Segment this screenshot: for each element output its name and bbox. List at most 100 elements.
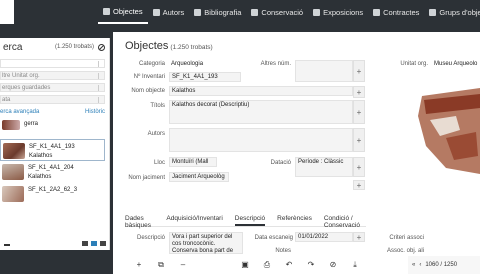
list-item[interactable]: gerra (0, 117, 109, 139)
result-count: (1.250 trobats) (54, 44, 94, 50)
grid-view-icon[interactable] (91, 240, 97, 246)
saved-searches-label: erques guardades (2, 84, 51, 91)
media-panel: Unitat org. Museu Arqueolo Criteri assoc… (366, 32, 480, 274)
nav-tab-contractes[interactable]: Contractes (368, 0, 424, 24)
clear-filter-icon[interactable] (98, 43, 105, 51)
app-logo (0, 0, 14, 24)
add-icon[interactable]: + (135, 261, 143, 269)
tab-descripcio[interactable]: Descripció (234, 213, 266, 226)
pager: « ‹ 1060 / 1250 (408, 256, 480, 274)
descripcio-value: Vora i part superior del cos troncocònic… (172, 234, 233, 247)
add-button[interactable]: + (353, 60, 365, 82)
add-button[interactable]: + (353, 232, 365, 242)
sort-select[interactable]: ata (0, 95, 105, 104)
categoria-label: Categoria (138, 61, 165, 67)
nav-tab-grups[interactable]: Grups d'objectes (424, 0, 480, 24)
save-icon[interactable]: ▣ (241, 261, 249, 269)
pager-text: 1060 / 1250 (425, 262, 458, 268)
criteri-label: Criteri associ (389, 235, 424, 241)
list-item[interactable]: SF_K1_4A1_204 Kalathos (0, 161, 109, 183)
add-button[interactable]: + (353, 128, 365, 152)
nav-label: Exposicions (323, 7, 364, 17)
datacio-field[interactable]: Període : Clàssic (295, 157, 353, 177)
nav-tab-conservacio[interactable]: Conservació (246, 0, 308, 24)
list-item[interactable]: SF_K1_2A2_62_3 (0, 183, 109, 205)
page-title-text: Objectes (125, 40, 169, 52)
descripcio-more: Conserva bona part de (172, 248, 234, 254)
refresh-icon[interactable]: ⊘ (329, 261, 337, 269)
nav-label: Autors (162, 7, 185, 17)
nav-tab-bibliografia[interactable]: Bibliografia (189, 0, 246, 24)
advanced-search-link[interactable]: erca avançada (0, 109, 39, 115)
search-input[interactable] (0, 59, 105, 68)
data-escaneig-label: Data escaneig (254, 235, 293, 241)
redo-icon[interactable]: ↷ (307, 261, 315, 269)
autors-field[interactable] (169, 128, 353, 152)
lloc-field[interactable]: Montuïri (Mall (169, 157, 217, 167)
print-icon[interactable]: ⎙ (263, 261, 271, 269)
unitat-org-value: Museu Arqueolo (434, 61, 478, 67)
notes-label: Notes (275, 248, 291, 254)
detail-view-icon[interactable] (100, 240, 106, 246)
chevron-down-icon (98, 72, 104, 79)
download-icon[interactable] (4, 240, 10, 246)
nav-tab-objectes[interactable]: Objectes (98, 0, 148, 24)
datacio-value: Període : Clàssic (298, 159, 344, 165)
descripcio-label: Descripció (136, 235, 165, 241)
jaciment-label: Nom jaciment (128, 175, 165, 181)
item-thumbnail (2, 120, 20, 130)
search-panel-header: erca (1.250 trobats) (0, 38, 109, 56)
download-icon[interactable]: ⤓ (351, 261, 359, 269)
list-item[interactable]: SF_K1_4A1_193 Kalathos (0, 139, 105, 161)
search-links: erca avançada Històric (0, 107, 109, 117)
history-link[interactable]: Històric (85, 109, 105, 115)
item-code: SF_K1_2A2_62_3 (28, 187, 78, 193)
search-panel-title: erca (3, 41, 23, 53)
add-button[interactable]: + (353, 86, 365, 98)
copy-icon[interactable]: ⧉ (157, 261, 165, 269)
nom-objecte-field[interactable]: Kalathos (169, 86, 353, 96)
nav-tab-autors[interactable]: Autors (148, 0, 190, 24)
view-toggle (82, 240, 106, 246)
jaciment-field[interactable]: Jaciment Arqueològ (169, 172, 229, 182)
first-page-icon[interactable]: « (412, 262, 415, 268)
item-thumbnail (2, 164, 24, 180)
tab-adquisicio[interactable]: Adquisició/Inventari (166, 213, 222, 226)
nav-tab-exposicions[interactable]: Exposicions (308, 0, 368, 24)
descripcio-field[interactable]: Vora i part superior del cos troncocònic… (169, 232, 243, 254)
filter-unit-label: ltre Unitat org. (2, 72, 40, 79)
add-button[interactable]: + (353, 157, 365, 177)
nom-objecte-label: Nom objecte (131, 88, 165, 94)
nav-label: Conservació (261, 7, 304, 17)
jaciment-value: Jaciment Arqueològ (172, 174, 225, 180)
filter-unit-select[interactable]: ltre Unitat org. (0, 71, 105, 80)
assoc-label: Assoc. obj. ali (386, 248, 424, 254)
altres-num-field[interactable] (295, 60, 353, 82)
nav-label: Grups d'objectes (439, 7, 480, 17)
data-escaneig-field[interactable]: 01/01/2022 (295, 232, 353, 242)
lloc-label: Lloc (153, 160, 165, 166)
item-name: Kalathos (28, 174, 52, 180)
data-escaneig-value: 01/01/2022 (298, 234, 329, 240)
list-view-icon[interactable] (82, 240, 88, 246)
tab-condicio[interactable]: Condició / Conservació (324, 213, 366, 229)
add-button[interactable]: + (353, 180, 365, 190)
undo-icon[interactable]: ↶ (285, 261, 293, 269)
object-form: Objectes (1.250 trobats) Categoria Arqueo… (113, 32, 366, 274)
inventari-value: SF_K1_4A1_193 (172, 74, 218, 80)
saved-searches-select[interactable]: erques guardades (0, 83, 105, 92)
titols-field[interactable]: Kalathos decorat (Descriptiu) (169, 100, 353, 124)
add-button[interactable]: + (353, 100, 365, 124)
user-icon (152, 8, 160, 16)
eye-icon (313, 8, 321, 16)
search-icon (98, 60, 104, 67)
delete-icon[interactable]: – (179, 261, 187, 269)
inventari-field[interactable]: SF_K1_4A1_193 (169, 72, 241, 82)
wrench-icon (251, 8, 259, 16)
item-code: SF_K1_4A1_193 (29, 144, 75, 150)
tab-dades-basiques[interactable]: Dades bàsiques (125, 213, 154, 229)
prev-page-icon[interactable]: ‹ (419, 262, 421, 268)
item-thumbnail (3, 143, 25, 159)
tab-referencies[interactable]: Referències (277, 213, 312, 226)
search-panel-footer (0, 236, 110, 250)
